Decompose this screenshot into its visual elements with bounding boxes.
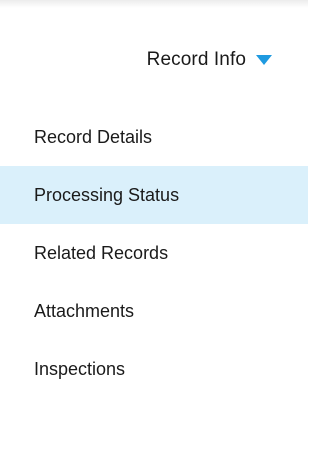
- menu-item-record-details[interactable]: Record Details: [0, 108, 308, 166]
- caret-down-icon: [256, 55, 272, 65]
- menu-item-inspections[interactable]: Inspections: [0, 340, 308, 398]
- menu-item-related-records[interactable]: Related Records: [0, 224, 308, 282]
- menu-item-attachments[interactable]: Attachments: [0, 282, 308, 340]
- menu-item-processing-status[interactable]: Processing Status: [0, 166, 308, 224]
- record-info-dropdown[interactable]: Record Info: [0, 40, 308, 80]
- record-info-label: Record Info: [146, 49, 246, 70]
- record-info-menu: Record Details Processing Status Related…: [0, 108, 308, 398]
- top-divider-shadow: [0, 0, 308, 8]
